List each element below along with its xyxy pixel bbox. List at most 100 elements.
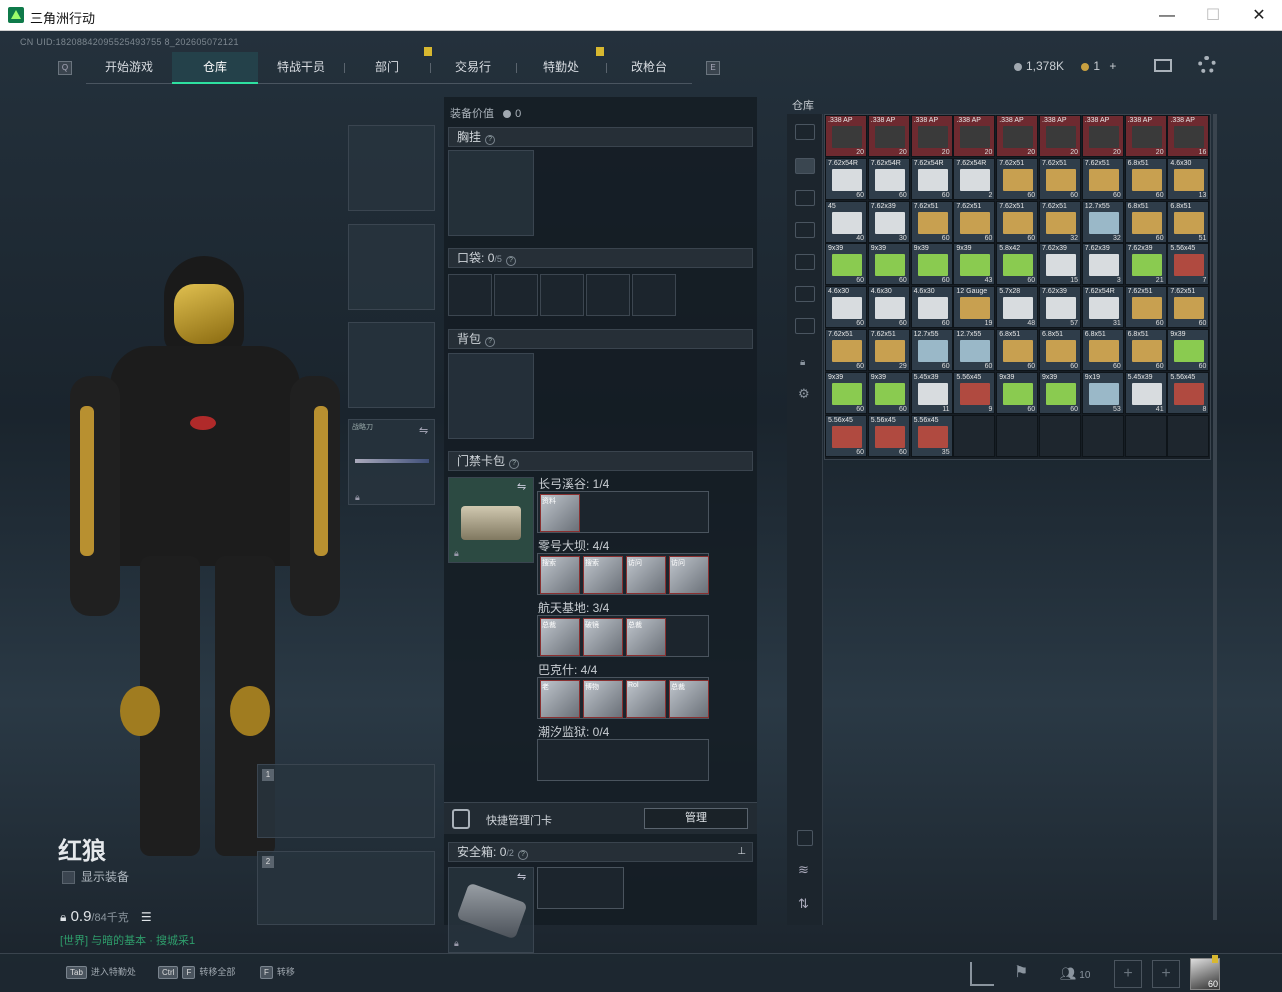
keycard-grid[interactable]: 资料 xyxy=(537,491,709,533)
stash-item[interactable]: 6.8x51 60 xyxy=(996,329,1039,371)
stash-item[interactable]: 6.8x51 60 xyxy=(1081,329,1124,371)
stash-item[interactable]: 7.62x54R 60 xyxy=(825,157,867,200)
stash-item[interactable]: 9x39 60 xyxy=(867,243,910,286)
show-equip-toggle[interactable]: 显示装备 xyxy=(62,868,129,885)
invite-slot-button[interactable]: + xyxy=(1114,960,1142,988)
stash-item[interactable]: 7.62x54R 2 xyxy=(953,157,996,200)
stash-item[interactable]: 5.56x45 7 xyxy=(1167,243,1210,286)
melee-slot[interactable]: 战略刀 ⇋ 🔒︎ xyxy=(348,419,435,505)
pocket-slot[interactable] xyxy=(540,274,584,316)
category-icon[interactable] xyxy=(795,190,815,206)
stash-item[interactable]: .338 AP 16 xyxy=(1167,115,1210,157)
stash-item[interactable]: 5.56x45 9 xyxy=(953,371,996,414)
stash-empty-cell[interactable] xyxy=(953,414,996,457)
safebox-slot[interactable]: ⇋ 🔒︎ xyxy=(448,867,534,953)
pocket-slot[interactable] xyxy=(494,274,538,316)
stash-item[interactable]: 7.62x39 57 xyxy=(1039,286,1081,329)
keycard-grid[interactable]: 老 博物 Rol 总裁 xyxy=(537,677,709,719)
settings-icon[interactable]: ⚙ xyxy=(798,386,810,402)
stash-item[interactable]: 7.62x54R 60 xyxy=(867,157,910,200)
stash-item[interactable]: .338 AP 20 xyxy=(867,115,910,157)
keycard-item[interactable]: 访问 xyxy=(626,556,666,594)
stash-item[interactable]: 4.6x30 60 xyxy=(910,286,953,329)
stash-item[interactable]: 4.6x30 60 xyxy=(825,286,867,329)
pocket-slot[interactable] xyxy=(586,274,630,316)
player-avatar[interactable]: 60 xyxy=(1190,955,1220,990)
keycard-item[interactable]: 博物 xyxy=(583,680,623,718)
category-icon[interactable] xyxy=(795,222,815,238)
keycard-item[interactable]: 总裁 xyxy=(669,680,709,718)
stash-item[interactable]: 9x39 60 xyxy=(910,243,953,286)
stash-item[interactable]: .338 AP 20 xyxy=(1039,115,1081,157)
task-tracker[interactable]: [世界] 与暗的基本 · 搜城采1 xyxy=(60,932,195,948)
stash-item[interactable]: .338 AP 20 xyxy=(910,115,953,157)
sort-icon[interactable]: ⇅ xyxy=(798,896,809,912)
stash-item[interactable]: 7.62x51 60 xyxy=(1124,286,1167,329)
stash-item[interactable]: 5.56x45 60 xyxy=(825,414,867,457)
stash-empty-cell[interactable] xyxy=(1167,414,1210,457)
stash-item[interactable]: 7.62x54R 60 xyxy=(910,157,953,200)
tab-trading[interactable]: 交易行 xyxy=(430,52,516,84)
safebox-grid[interactable] xyxy=(537,867,624,909)
swap-icon[interactable]: ⇋ xyxy=(419,424,428,437)
nav-next-key[interactable]: E xyxy=(706,61,720,75)
stash-item[interactable]: .338 AP 20 xyxy=(953,115,996,157)
stash-item[interactable]: 7.62x51 60 xyxy=(1167,286,1210,329)
stash-item[interactable]: 9x39 60 xyxy=(996,371,1039,414)
stash-item[interactable]: 9x39 60 xyxy=(825,371,867,414)
keycard-item[interactable]: 老 xyxy=(540,680,580,718)
invite-slot-button[interactable]: + xyxy=(1152,960,1180,988)
tab-start-game[interactable]: 开始游戏 xyxy=(86,52,172,84)
keycard-bag-slot[interactable]: ⇋ 🔒︎ xyxy=(448,477,534,563)
warehouse-all-icon[interactable] xyxy=(795,124,815,140)
help-icon[interactable]: ? xyxy=(505,256,516,266)
stash-item[interactable]: 5.56x45 8 xyxy=(1167,371,1210,414)
tab-special-ops[interactable]: 特勤处 xyxy=(516,52,606,84)
stash-item[interactable]: 5.45x39 11 xyxy=(910,371,953,414)
close-button[interactable]: ✕ xyxy=(1236,0,1282,31)
hint-transfer-all[interactable]: Ctrl F 转移全部 xyxy=(158,965,235,979)
hint-special-ops[interactable]: Tab 进入特勤处 xyxy=(66,965,136,979)
pocket-slot[interactable] xyxy=(448,274,492,316)
pistol-slot[interactable] xyxy=(348,322,435,408)
stash-item[interactable]: 6.8x51 60 xyxy=(1124,200,1167,243)
stash-item[interactable]: 6.8x51 51 xyxy=(1167,200,1210,243)
stash-item[interactable]: 7.62x51 60 xyxy=(825,329,867,371)
helmet-slot[interactable] xyxy=(348,125,435,211)
tab-gunsmith[interactable]: 改枪台 xyxy=(606,52,692,84)
help-icon[interactable]: ? xyxy=(517,850,528,860)
armor-slot[interactable] xyxy=(348,224,435,310)
layers-icon[interactable]: ≋ xyxy=(798,862,809,878)
chest-rig-slot[interactable] xyxy=(448,150,534,236)
stash-item[interactable]: 7.62x51 29 xyxy=(867,329,910,371)
tab-department[interactable]: 部门 xyxy=(344,52,430,84)
stash-item[interactable]: 5.45x39 41 xyxy=(1124,371,1167,414)
stash-empty-cell[interactable] xyxy=(1081,414,1124,457)
stash-item[interactable]: 7.62x39 21 xyxy=(1124,243,1167,286)
help-icon[interactable]: ? xyxy=(485,337,496,347)
ammo-category-icon[interactable] xyxy=(795,158,815,174)
hint-transfer[interactable]: F 转移 xyxy=(260,965,295,979)
stats-chart-icon[interactable] xyxy=(970,962,994,986)
settings-gear-icon[interactable] xyxy=(1198,56,1216,74)
keycard-item[interactable]: 搜索 xyxy=(540,556,580,594)
keycard-item[interactable]: 搜索 xyxy=(583,556,623,594)
pocket-slot[interactable] xyxy=(632,274,676,316)
tab-operators[interactable]: 特战干员 xyxy=(258,52,344,84)
category-icon[interactable] xyxy=(795,254,815,270)
stash-item[interactable]: 5.7x28 48 xyxy=(996,286,1039,329)
keycard-item[interactable]: 访问 xyxy=(669,556,709,594)
nav-prev-key[interactable]: Q xyxy=(58,61,72,75)
stash-item[interactable]: 5.56x45 35 xyxy=(910,414,953,457)
keycard-item[interactable]: Rol xyxy=(626,680,666,718)
stash-item[interactable]: 9x39 60 xyxy=(1167,329,1210,371)
keycard-item[interactable]: 破镜 xyxy=(583,618,623,656)
stash-item[interactable]: 12.7x55 32 xyxy=(1081,200,1124,243)
stash-scrollbar[interactable] xyxy=(1213,114,1217,920)
primary-weapon-slot-2[interactable]: 2 xyxy=(257,851,435,925)
stash-item[interactable]: 6.8x51 60 xyxy=(1039,329,1081,371)
stash-item[interactable]: 12.7x55 60 xyxy=(910,329,953,371)
stash-empty-cell[interactable] xyxy=(1124,414,1167,457)
stash-item[interactable]: .338 AP 20 xyxy=(996,115,1039,157)
stash-item[interactable]: 4.6x30 60 xyxy=(867,286,910,329)
